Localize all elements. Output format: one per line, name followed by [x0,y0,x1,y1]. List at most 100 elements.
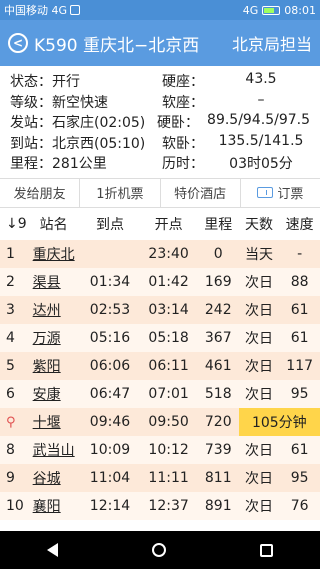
arrive-time [81,240,140,268]
day-label: 次日 [244,330,273,347]
station-name[interactable]: 渠县 [27,268,81,296]
nav-back-icon[interactable] [47,543,58,557]
depart-time: 12:37 [148,497,189,514]
speed: 61 [290,329,309,346]
station-name[interactable]: 重庆北 [27,240,81,268]
depart-time: 05:18 [148,329,189,346]
table-row[interactable]: 8 武当山 10:09 10:12 739 次日 61 [0,435,320,464]
speed: 88 [290,273,309,290]
station-name[interactable]: 万源 [27,324,81,352]
back-button[interactable]: < [8,33,28,53]
page-title: K590 重庆北−北京西 [34,35,200,56]
action-label: 1折机票 [96,187,144,202]
action-label: 特价酒店 [174,187,227,202]
table-row[interactable]: ⚲ 十堰 09:46 09:50 720 105分钟 [0,407,320,436]
action-button[interactable]: 特价酒店 [161,178,241,207]
speed: 76 [290,497,309,514]
fare-key: 硬卧： [157,115,200,132]
table-row[interactable]: 2 渠县 01:34 01:42 169 次日 88 [0,267,320,296]
table-row[interactable]: 9 谷城 11:04 11:11 811 次日 95 [0,463,320,492]
arrive-time: 02:53 [89,301,131,318]
day-label: 次日 [244,386,273,403]
ticket-icon [257,187,274,198]
station-name[interactable]: 襄阳 [27,492,81,520]
station-name[interactable]: 十堰 [27,408,81,436]
speed: 95 [290,385,309,402]
row-index: 2 [6,273,15,290]
fare-key: 硬座： [162,74,204,91]
table-row[interactable]: 6 安康 06:47 07:01 518 次日 95 [0,379,320,408]
info-right: 硬卧： 89.5/94.5/97.5 [157,112,310,132]
station-name[interactable]: 达州 [27,296,81,324]
train-info: 状态：开行 硬座： 43.5 等级：新空快速 软座： – 发站：石家庄(02:05) 硬卧： 8… [0,66,320,174]
station-name[interactable]: 谷城 [27,464,81,492]
station-name[interactable]: 安康 [27,380,81,408]
row-index: 1 [6,245,15,262]
arrive-time: 01:34 [89,273,131,290]
arrive-time: 06:06 [89,357,131,374]
nav-home-icon[interactable] [152,543,166,557]
day-label: 105分钟 [238,407,320,436]
depart-time: 11:11 [148,469,189,486]
info-right: 软座： – [162,92,310,112]
nav-recents-icon[interactable] [260,543,273,557]
status-bar: 中国移动 4G 4G 08:01 [0,0,320,20]
info-row: 发站：石家庄(02:05) 硬卧： 89.5/94.5/97.5 [10,112,310,133]
speed: 61 [290,301,309,318]
info-right: 软卧： 135.5/141.5 [162,133,310,153]
arrive-time: 12:14 [89,497,131,514]
battery-icon [262,5,281,15]
row-index: 5 [6,357,15,374]
row-index: 8 [6,441,15,458]
distance: 891 [204,497,232,514]
timetable-header: ↓9 站名 到点 开点 里程 天数 速度 [0,207,320,240]
table-row[interactable]: 3 达州 02:53 03:14 242 次日 61 [0,295,320,324]
depart-time: 09:50 [148,413,189,430]
notification-icon [70,5,81,15]
distance: 242 [204,301,232,318]
distance: 367 [204,329,232,346]
info-left: 发站：石家庄(02:05) [10,115,146,132]
day-label: 次日 [244,274,273,291]
timetable: ↓9 站名 到点 开点 里程 天数 速度 1 重庆北 23:40 0 当天 - 2 渠县 01:… [0,207,320,520]
fare-key: 软座： [162,94,204,111]
info-row: 等级：新空快速 软座： – [10,92,310,113]
table-row[interactable]: 10 襄阳 12:14 12:37 891 次日 76 [0,491,320,520]
chevron-left-icon: < [12,36,24,50]
info-right: 硬座： 43.5 [162,71,310,91]
speed: - [297,245,303,262]
day-label: 次日 [244,442,273,459]
station-name[interactable]: 武当山 [27,436,81,464]
action-button[interactable]: 发给朋友 [0,178,81,207]
row-index: 6 [6,385,15,402]
fare-key: 软卧： [162,135,204,152]
arrive-time: 06:47 [89,385,131,402]
distance: 461 [204,357,232,374]
day-label: 次日 [244,470,273,487]
table-row[interactable]: 4 万源 05:16 05:18 367 次日 61 [0,323,320,352]
info-left: 等级：新空快速 [10,94,108,111]
location-pin-icon: ⚲ [6,414,16,430]
depart-time: 23:40 [148,245,189,262]
depart-time: 06:11 [148,357,189,374]
fare-key: 历时： [162,156,204,173]
table-row[interactable]: 5 紫阳 06:06 06:11 461 次日 117 [0,351,320,380]
table-row[interactable]: 1 重庆北 23:40 0 当天 - [0,239,320,268]
info-left: 状态：开行 [10,74,80,91]
row-index: 9 [6,469,15,486]
day-label: 当天 [244,246,273,263]
action-button[interactable]: 1折机票 [80,178,161,207]
action-label: 发给朋友 [13,187,66,202]
action-button[interactable]: 订票 [241,179,320,207]
bureau-label: 北京局担当 [231,35,312,54]
info-right: 历时： 03时05分 [162,153,310,173]
sort-header[interactable]: ↓9 [0,208,27,240]
info-left: 到站：北京西(05:10) [10,135,146,152]
day-label: 次日 [244,498,273,515]
col-station: 站名 [39,216,68,233]
station-name[interactable]: 紫阳 [27,352,81,380]
distance: 0 [213,245,223,262]
action-label: 订票 [277,187,304,202]
speed: 61 [290,441,309,458]
system-nav-bar [0,531,320,569]
